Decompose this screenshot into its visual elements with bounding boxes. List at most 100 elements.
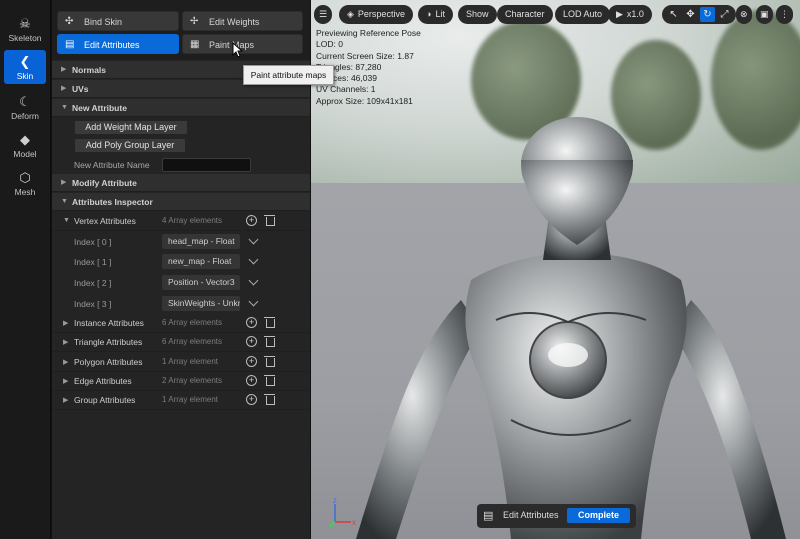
- complete-button[interactable]: Complete: [567, 508, 630, 523]
- rotate-icon[interactable]: ↻: [700, 7, 715, 22]
- deform-icon: ☾: [19, 94, 31, 109]
- index-value-dropdown[interactable]: Position - Vector3: [162, 275, 240, 290]
- lit-button[interactable]: ◑ Lit: [418, 5, 453, 24]
- edit-weights-label: Edit Weights: [209, 17, 260, 27]
- edit-weights-button[interactable]: ✢ Edit Weights: [182, 11, 303, 31]
- section-attributes-inspector[interactable]: ▼ Attributes Inspector: [52, 193, 310, 211]
- add-poly-group-layer-button[interactable]: Add Poly Group Layer: [74, 138, 186, 153]
- lit-label: Lit: [435, 9, 445, 19]
- mode-label: Skeleton: [8, 33, 42, 43]
- section-title: New Attribute: [72, 103, 127, 113]
- mode-label: Deform: [11, 111, 39, 121]
- mode-bar-label: Edit Attributes: [503, 510, 559, 520]
- camera-icon: ▣: [760, 9, 769, 19]
- edit-attributes-label: Edit Attributes: [84, 40, 140, 50]
- select-cursor-icon[interactable]: ↖: [666, 7, 681, 22]
- play-icon: ▶: [616, 9, 623, 19]
- mode-deform[interactable]: ☾ Deform: [4, 90, 46, 124]
- new-attribute-name-input[interactable]: [162, 158, 251, 172]
- collapse-arrow-icon: ▼: [61, 198, 68, 205]
- index-row: Index [ 1 ] new_map - Float: [52, 252, 310, 272]
- add-weight-map-layer-button[interactable]: Add Weight Map Layer: [74, 120, 188, 135]
- mesh-icon: ⬡: [19, 170, 31, 185]
- trash-icon[interactable]: [264, 356, 275, 367]
- perspective-button[interactable]: ◈ Perspective: [339, 5, 413, 24]
- polygon-attributes-row[interactable]: ▶ Polygon Attributes 1 Array element +: [52, 353, 310, 372]
- row-count: 2 Array elements: [162, 376, 223, 385]
- instance-attributes-row[interactable]: ▶ Instance Attributes 6 Array elements +: [52, 314, 310, 333]
- expand-arrow-icon: ▶: [63, 339, 69, 346]
- bind-skin-icon: ✣: [65, 16, 74, 27]
- play-speed-button[interactable]: ▶ x1.0: [608, 5, 652, 24]
- skin-icon: ❮: [19, 54, 31, 69]
- surface-snap-icon: ⊗: [740, 9, 748, 19]
- viewport-options-button[interactable]: ⋮: [776, 5, 793, 24]
- section-modify-attribute[interactable]: ▶ Modify Attribute: [52, 174, 310, 192]
- section-title: UVs: [72, 84, 89, 94]
- expand-arrow-icon: ▶: [63, 359, 69, 366]
- index-value-dropdown[interactable]: SkinWeights - Unkno: [162, 296, 240, 311]
- axis-z-label: Z: [333, 499, 337, 505]
- edit-weights-icon: ✢: [190, 16, 199, 27]
- row-count: 6 Array elements: [162, 318, 223, 327]
- mode-skin[interactable]: ❮ Skin: [4, 50, 46, 84]
- add-element-icon[interactable]: +: [246, 394, 257, 405]
- group-attributes-row[interactable]: ▶ Group Attributes 1 Array element +: [52, 391, 310, 410]
- trash-icon[interactable]: [264, 336, 275, 347]
- mouse-cursor-icon: [232, 42, 244, 58]
- index-row: Index [ 0 ] head_map - Float: [52, 232, 310, 252]
- mode-rail: ☠ Skeleton ❮ Skin ☾ Deform ◆ Model ⬡ Mes…: [0, 0, 51, 539]
- mode-label: Model: [13, 149, 37, 159]
- trash-icon[interactable]: [264, 375, 275, 386]
- row-label: Polygon Attributes: [74, 357, 143, 367]
- perspective-icon: ◈: [347, 9, 354, 19]
- transform-tools: ↖ ✥ ↻ ⤢: [662, 5, 736, 24]
- skeleton-icon: ☠: [19, 16, 31, 31]
- chevron-down-icon[interactable]: [248, 254, 259, 265]
- chevron-down-icon[interactable]: [248, 296, 259, 307]
- triangle-attributes-row[interactable]: ▶ Triangle Attributes 6 Array elements +: [52, 333, 310, 352]
- camera-speed-button[interactable]: ▣: [756, 5, 773, 24]
- vertex-attributes-row[interactable]: ▼ Vertex Attributes 4 Array elements +: [52, 212, 310, 231]
- surface-snap-button[interactable]: ⊗: [736, 5, 752, 24]
- expand-arrow-icon: ▶: [63, 397, 69, 404]
- expand-arrow-icon: ▶: [61, 66, 67, 73]
- index-value-dropdown[interactable]: head_map - Float: [162, 234, 240, 249]
- move-icon[interactable]: ✥: [683, 7, 698, 22]
- new-attribute-name-label: New Attribute Name: [74, 160, 150, 170]
- section-new-attribute[interactable]: ▼ New Attribute: [52, 99, 310, 117]
- expand-arrow-icon: ▶: [61, 179, 67, 186]
- add-element-icon[interactable]: +: [246, 215, 257, 226]
- expand-arrow-icon: ▶: [63, 378, 69, 385]
- add-element-icon[interactable]: +: [246, 356, 257, 367]
- index-value-dropdown[interactable]: new_map - Float: [162, 254, 240, 269]
- viewport[interactable]: ☰ ◈ Perspective ◑ Lit Show Character LOD A…: [311, 0, 800, 539]
- lod-button[interactable]: LOD Auto: [555, 5, 611, 24]
- trash-icon[interactable]: [264, 215, 275, 226]
- stat-line: Approx Size: 109x41x181: [316, 95, 413, 106]
- add-element-icon[interactable]: +: [246, 336, 257, 347]
- scale-icon[interactable]: ⤢: [717, 7, 732, 22]
- add-element-icon[interactable]: +: [246, 375, 257, 386]
- mode-mesh[interactable]: ⬡ Mesh: [4, 166, 46, 200]
- mode-label: Skin: [16, 71, 34, 81]
- index-label: Index [ 0 ]: [74, 237, 112, 247]
- index-label: Index [ 1 ]: [74, 257, 112, 267]
- edge-attributes-row[interactable]: ▶ Edge Attributes 2 Array elements +: [52, 372, 310, 391]
- stat-line: Current Screen Size: 1.87: [316, 50, 414, 61]
- mode-skeleton[interactable]: ☠ Skeleton: [4, 12, 46, 46]
- chevron-down-icon[interactable]: [248, 234, 259, 245]
- character-button[interactable]: Character: [497, 5, 553, 24]
- chevron-down-icon[interactable]: [248, 275, 259, 286]
- edit-attributes-button[interactable]: ▤ Edit Attributes: [57, 34, 179, 54]
- tool-toolbar: ✣ Bind Skin ✢ Edit Weights ▤ Edit Attrib…: [52, 0, 310, 60]
- show-button[interactable]: Show: [458, 5, 497, 24]
- add-element-icon[interactable]: +: [246, 317, 257, 328]
- index-label: Index [ 2 ]: [74, 278, 112, 288]
- trash-icon[interactable]: [264, 317, 275, 328]
- bind-skin-button[interactable]: ✣ Bind Skin: [57, 11, 179, 31]
- edit-attributes-mode-bar: ▤ Edit Attributes Complete: [477, 504, 636, 528]
- mode-model[interactable]: ◆ Model: [4, 128, 46, 162]
- viewport-menu-button[interactable]: ☰: [314, 5, 333, 24]
- trash-icon[interactable]: [264, 394, 275, 405]
